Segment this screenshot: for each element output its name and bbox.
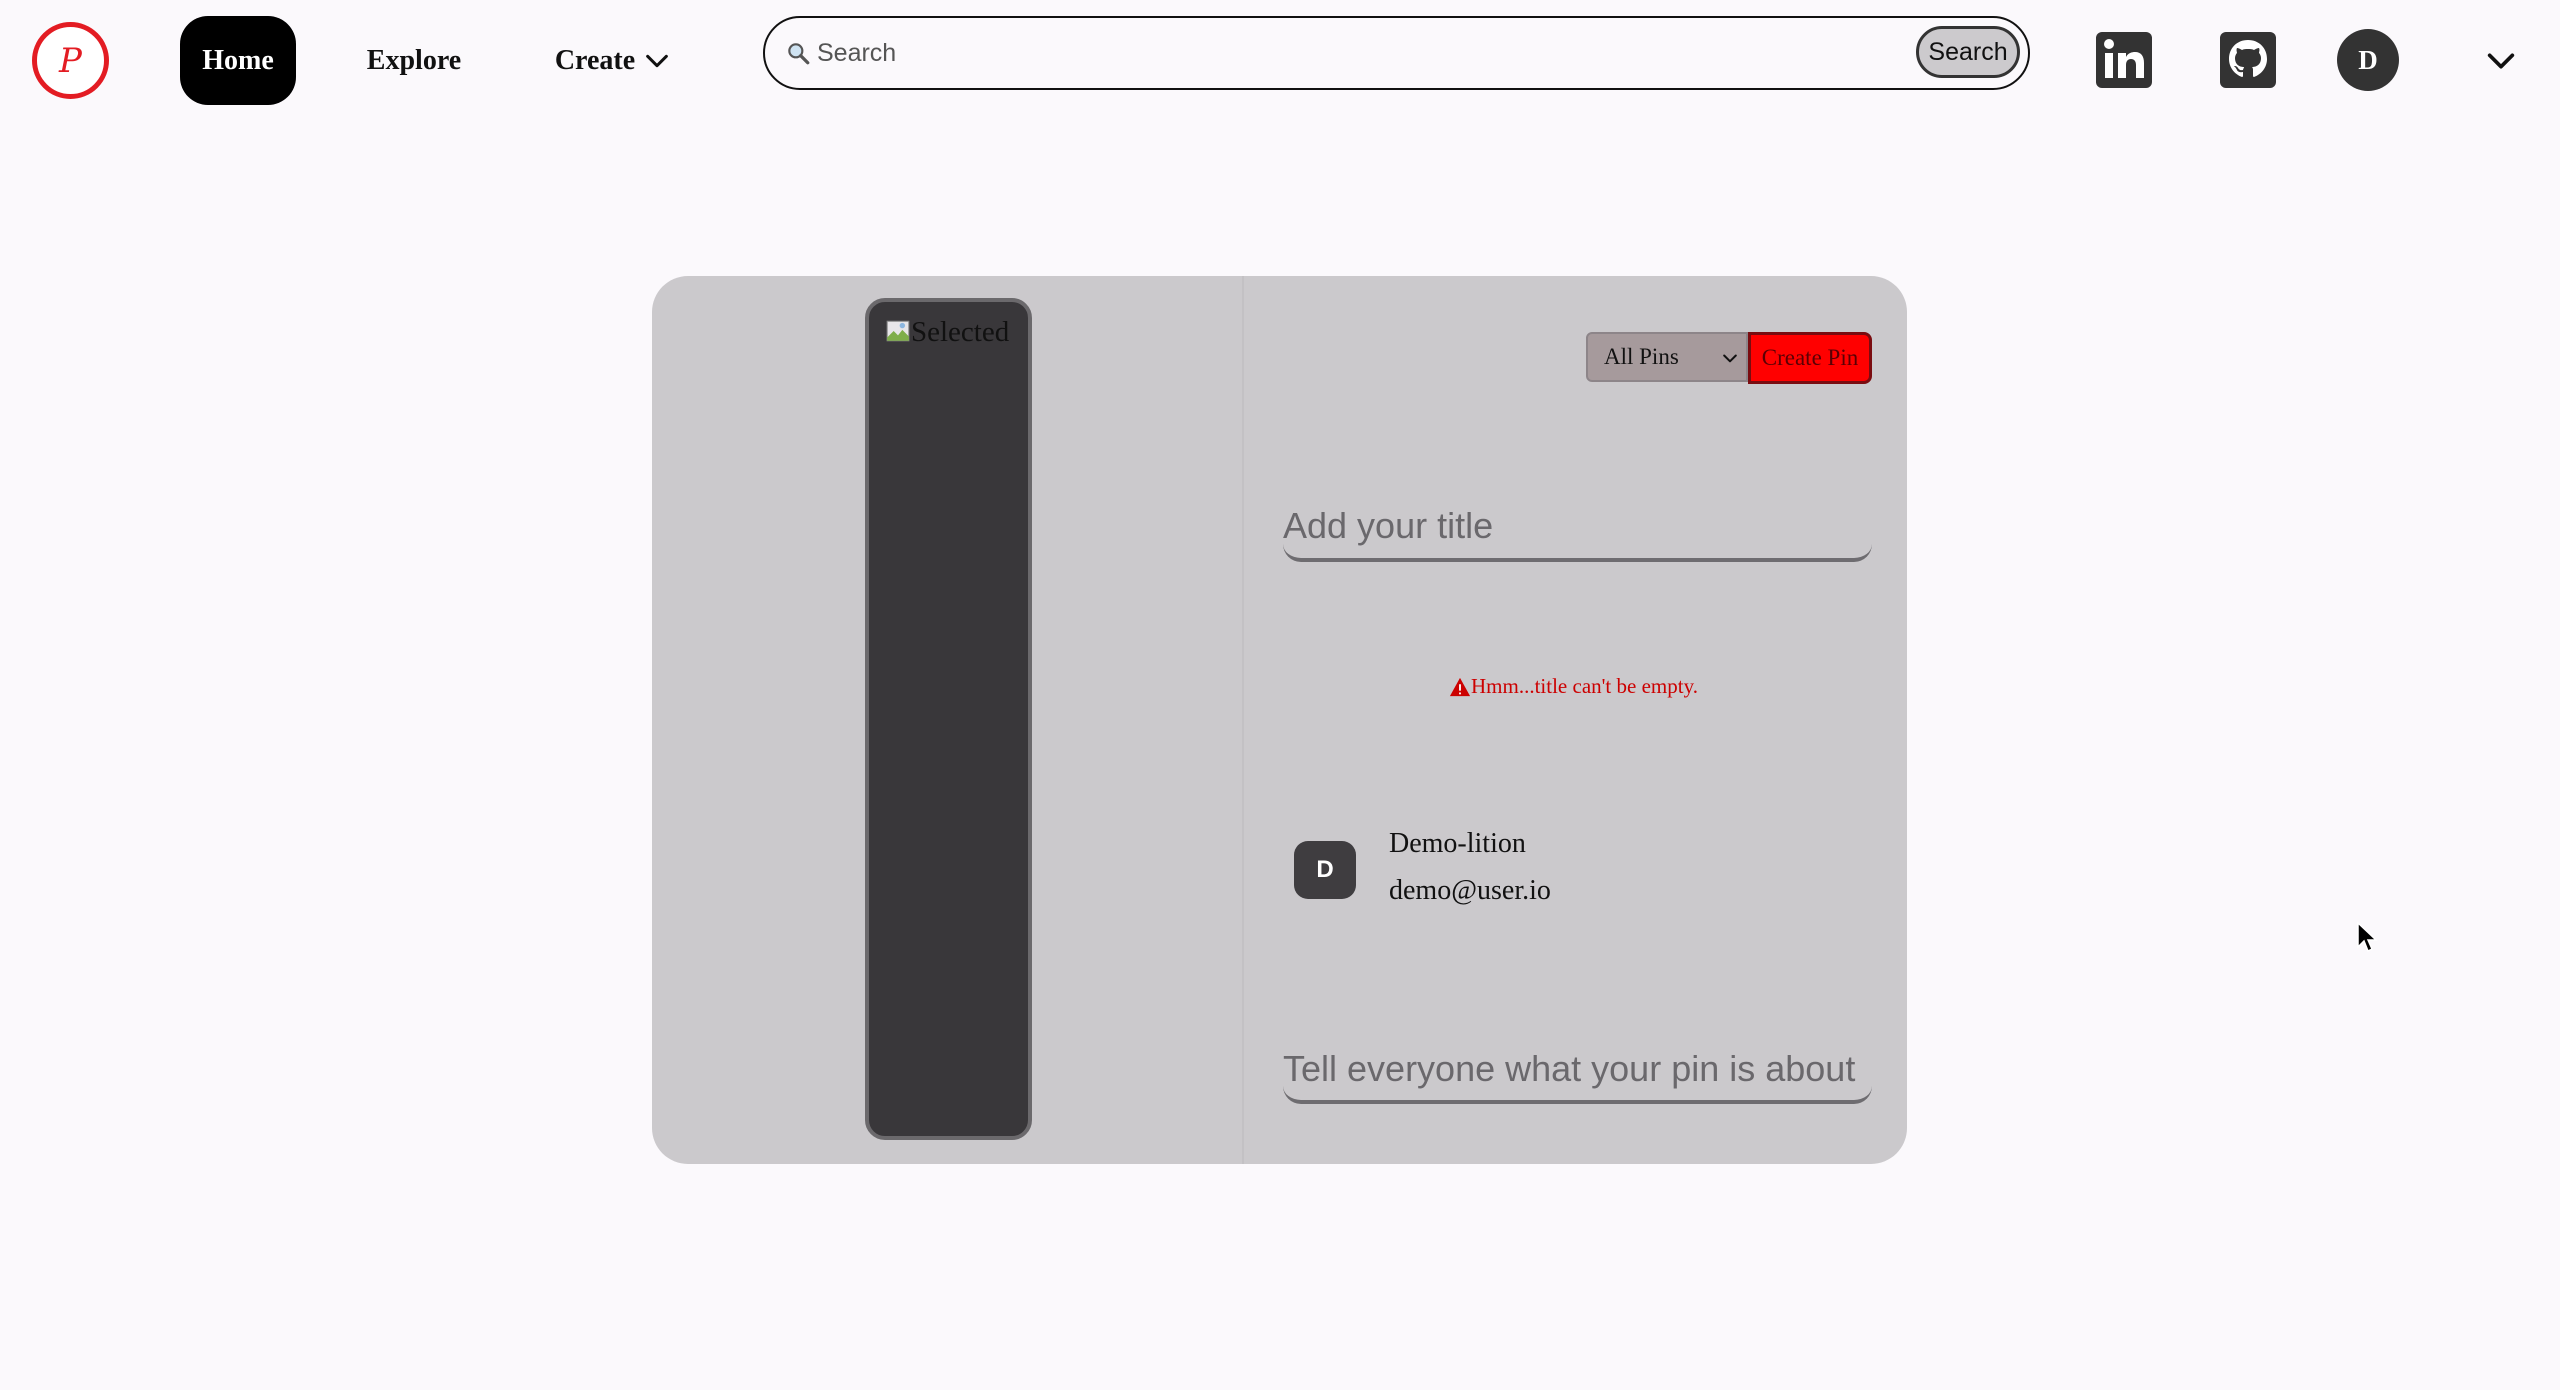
linkedin-icon[interactable] xyxy=(2096,32,2152,88)
card-divider xyxy=(1242,276,1244,1164)
logo-letter: P xyxy=(59,40,82,81)
board-select-value: All Pins xyxy=(1604,344,1679,369)
nav-create-label: Create xyxy=(554,44,636,76)
account-menu-chevron-icon[interactable] xyxy=(2484,44,2518,78)
create-pin-button[interactable]: Create Pin xyxy=(1748,332,1872,384)
nav-create-button[interactable]: Create xyxy=(548,16,678,105)
image-alt-text: Selected xyxy=(911,316,1010,348)
search-button[interactable]: Search xyxy=(1916,26,2020,78)
title-input[interactable] xyxy=(1283,494,1872,562)
user-avatar: D xyxy=(1294,841,1356,899)
user-name: Demo-lition xyxy=(1389,828,1526,859)
mouse-cursor-icon xyxy=(2357,921,2378,953)
warning-icon xyxy=(1449,677,1471,696)
error-text: Hmm...title can't be empty. xyxy=(1471,674,1698,698)
nav-explore-button[interactable]: Explore xyxy=(352,16,476,105)
logo[interactable]: P xyxy=(32,22,109,99)
avatar[interactable]: D xyxy=(2337,29,2399,91)
title-error-message: Hmm...title can't be empty. xyxy=(1449,674,1698,699)
search-bar: Search xyxy=(763,16,2030,90)
selected-image: Selected xyxy=(885,316,1009,349)
chevron-down-icon xyxy=(1723,354,1737,363)
board-select[interactable]: All Pins xyxy=(1586,332,1748,382)
nav-home-button[interactable]: Home xyxy=(180,16,296,105)
user-email: demo@user.io xyxy=(1389,875,1551,906)
create-pin-card: Selected All Pins Create Pin Hmm...title… xyxy=(652,276,1907,1164)
image-preview[interactable]: Selected xyxy=(865,298,1032,1140)
search-input[interactable] xyxy=(817,28,1937,78)
chevron-down-icon xyxy=(646,54,669,67)
broken-image-icon xyxy=(886,320,910,342)
search-icon xyxy=(788,43,810,65)
description-input[interactable] xyxy=(1283,1038,1872,1104)
top-nav: P Home Explore Create Search D xyxy=(0,0,2560,120)
github-icon[interactable] xyxy=(2220,32,2276,88)
